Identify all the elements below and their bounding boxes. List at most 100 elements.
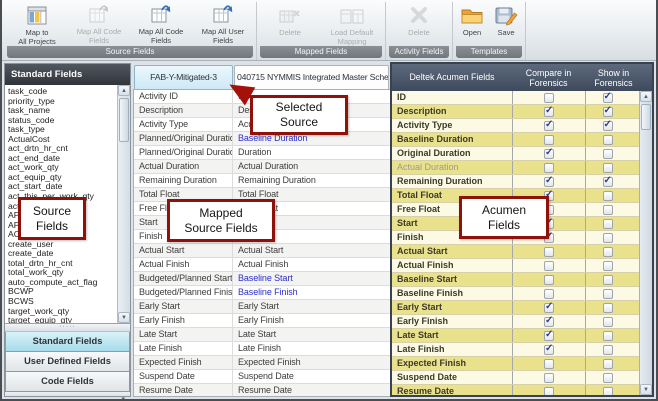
scroll-down-icon[interactable]: ▼ bbox=[118, 312, 130, 323]
compare-in-forensics-checkbox[interactable]: ✓ bbox=[544, 345, 554, 355]
compare-in-forensics-checkbox[interactable] bbox=[544, 387, 554, 396]
source-field-cell[interactable]: Budgeted/Planned Start bbox=[134, 272, 233, 285]
mapped-source-field-cell[interactable]: Early Finish bbox=[233, 314, 390, 327]
source-field-cell[interactable]: Actual Start bbox=[134, 244, 233, 257]
compare-in-forensics-checkbox[interactable]: ✓ bbox=[544, 331, 554, 341]
mapped-source-field-cell[interactable]: Early Start bbox=[233, 300, 390, 313]
compare-in-forensics-checkbox[interactable] bbox=[544, 93, 554, 103]
compare-in-forensics-checkbox[interactable] bbox=[544, 163, 554, 173]
check-icon: ✓ bbox=[604, 119, 612, 130]
show-in-forensics-checkbox[interactable] bbox=[603, 149, 613, 159]
mapped-source-field-cell[interactable]: Late Start bbox=[233, 328, 390, 341]
save-button[interactable]: Save bbox=[489, 2, 523, 46]
scrollbar-thumb[interactable] bbox=[641, 104, 651, 130]
compare-in-forensics-checkbox[interactable] bbox=[544, 289, 554, 299]
show-in-forensics-checkbox[interactable] bbox=[603, 135, 613, 145]
mapped-source-field-cell[interactable]: Resume Date bbox=[233, 384, 390, 397]
sidebar-nav-standard-fields[interactable]: Standard Fields bbox=[5, 332, 130, 352]
pane-splitter[interactable]: ····· bbox=[5, 324, 130, 332]
compare-in-forensics-checkbox[interactable] bbox=[544, 247, 554, 257]
field-list-item[interactable]: target_equip_qty bbox=[8, 316, 117, 323]
compare-in-forensics-cell bbox=[512, 91, 585, 104]
show-in-forensics-checkbox[interactable]: ✓ bbox=[603, 121, 613, 131]
source-field-cell[interactable]: Actual Duration bbox=[134, 160, 233, 173]
mapped-source-field-cell[interactable]: Baseline Start bbox=[233, 272, 390, 285]
mapped-source-field-cell[interactable]: Suspend Date bbox=[233, 370, 390, 383]
sidebar-scrollbar[interactable]: ▲ ▼ bbox=[117, 85, 130, 323]
show-in-forensics-checkbox[interactable] bbox=[603, 205, 613, 215]
source-tab-fab-y-mitigated-3[interactable]: FAB-Y-Mitigated-3 bbox=[134, 65, 233, 89]
show-in-forensics-checkbox[interactable] bbox=[603, 387, 613, 396]
show-in-forensics-checkbox[interactable] bbox=[603, 317, 613, 327]
source-field-cell[interactable]: Activity Type bbox=[134, 118, 233, 131]
scroll-up-icon[interactable]: ▲ bbox=[640, 91, 652, 102]
ribbon-toolbar: Map to All Projects Map All Code Fields f… bbox=[2, 0, 656, 61]
source-field-cell[interactable]: Resume Date bbox=[134, 384, 233, 397]
show-in-forensics-checkbox[interactable] bbox=[603, 219, 613, 229]
show-in-forensics-checkbox[interactable] bbox=[603, 233, 613, 243]
source-field-cell[interactable]: Late Finish bbox=[134, 342, 233, 355]
acumen-field-row: Actual Finish bbox=[392, 259, 639, 273]
source-field-cell[interactable]: Late Start bbox=[134, 328, 233, 341]
mapped-source-field-cell[interactable]: Late Finish bbox=[233, 342, 390, 355]
source-field-cell[interactable]: Early Finish bbox=[134, 314, 233, 327]
map-all-code-fields-for-all-projects-button[interactable]: Map All Code Fields for All Projects bbox=[130, 2, 192, 46]
mapped-source-field-cell[interactable]: Actual Duration bbox=[233, 160, 390, 173]
scroll-up-icon[interactable]: ▲ bbox=[118, 85, 130, 96]
show-in-forensics-checkbox[interactable] bbox=[603, 247, 613, 257]
mapped-source-field-cell[interactable]: Duration bbox=[233, 146, 390, 159]
compare-in-forensics-checkbox[interactable] bbox=[544, 261, 554, 271]
show-in-forensics-checkbox[interactable] bbox=[603, 303, 613, 313]
show-in-forensics-checkbox[interactable] bbox=[603, 191, 613, 201]
show-in-forensics-checkbox[interactable] bbox=[603, 289, 613, 299]
mapped-source-field-cell[interactable]: Expected Finish bbox=[233, 356, 390, 369]
mapped-source-field-cell[interactable]: Remaining Duration bbox=[233, 174, 390, 187]
source-field-cell[interactable]: Actual Finish bbox=[134, 258, 233, 271]
source-field-cell[interactable]: Remaining Duration bbox=[134, 174, 233, 187]
mapped-source-field-cell[interactable]: Actual Start bbox=[233, 244, 390, 257]
scroll-down-icon[interactable]: ▼ bbox=[640, 384, 652, 395]
source-field-cell[interactable]: Budgeted/Planned Finish bbox=[134, 286, 233, 299]
compare-in-forensics-checkbox[interactable]: ✓ bbox=[544, 121, 554, 131]
show-in-forensics-checkbox[interactable]: ✓ bbox=[603, 107, 613, 117]
source-field-cell[interactable]: Description bbox=[134, 104, 233, 117]
open-button[interactable]: Open bbox=[455, 2, 489, 46]
compare-in-forensics-checkbox[interactable]: ✓ bbox=[544, 107, 554, 117]
show-in-forensics-checkbox[interactable]: ✓ bbox=[603, 93, 613, 103]
acumen-panel-scrollbar[interactable]: ▲ ▼ bbox=[639, 91, 652, 395]
show-in-forensics-checkbox[interactable] bbox=[603, 331, 613, 341]
show-in-forensics-checkbox[interactable] bbox=[603, 373, 613, 383]
compare-in-forensics-checkbox[interactable] bbox=[544, 373, 554, 383]
show-in-forensics-checkbox[interactable] bbox=[603, 261, 613, 271]
check-icon: ✓ bbox=[604, 91, 612, 102]
acumen-field-row: Baseline Duration bbox=[392, 133, 639, 147]
compare-in-forensics-checkbox[interactable]: ✓ bbox=[544, 317, 554, 327]
compare-in-forensics-checkbox[interactable] bbox=[544, 275, 554, 285]
compare-in-forensics-checkbox[interactable]: ✓ bbox=[544, 177, 554, 187]
source-field-cell[interactable]: Planned/Original Duration bbox=[134, 132, 233, 145]
compare-in-forensics-checkbox[interactable] bbox=[544, 135, 554, 145]
source-field-cell[interactable]: Planned/Original Duration bbox=[134, 146, 233, 159]
sidebar-nav-user-defined-fields[interactable]: User Defined Fields bbox=[5, 352, 130, 372]
map-to-all-projects-button[interactable]: Map to All Projects bbox=[6, 2, 68, 46]
sidebar-nav-code-fields[interactable]: Code Fields bbox=[5, 372, 130, 392]
compare-in-forensics-checkbox[interactable] bbox=[544, 359, 554, 369]
compare-in-forensics-checkbox[interactable]: ✓ bbox=[544, 149, 554, 159]
nav-pane-options-chevron-icon[interactable]: ▾ bbox=[121, 395, 125, 401]
source-field-cell[interactable]: Activity ID bbox=[134, 90, 233, 103]
show-in-forensics-checkbox[interactable]: ✓ bbox=[603, 177, 613, 187]
source-field-cell[interactable]: Early Start bbox=[134, 300, 233, 313]
show-in-forensics-checkbox[interactable] bbox=[603, 275, 613, 285]
compare-in-forensics-checkbox[interactable]: ✓ bbox=[544, 303, 554, 313]
acumen-field-row: Early Finish✓ bbox=[392, 315, 639, 329]
map-all-user-fields-for-all-projects-button[interactable]: Map All User Fields for All Projects bbox=[192, 2, 254, 46]
mapped-source-field-cell[interactable]: Actual Finish bbox=[233, 258, 390, 271]
scrollbar-thumb[interactable] bbox=[119, 98, 129, 142]
mapped-source-field-cell[interactable]: Baseline Finish bbox=[233, 286, 390, 299]
show-in-forensics-checkbox[interactable] bbox=[603, 345, 613, 355]
show-in-forensics-checkbox[interactable] bbox=[603, 163, 613, 173]
show-in-forensics-checkbox[interactable] bbox=[603, 359, 613, 369]
source-tab-nymmis-schedule[interactable]: 040715 NYMMIS Integrated Master Schedule bbox=[234, 65, 389, 89]
source-field-cell[interactable]: Expected Finish bbox=[134, 356, 233, 369]
source-field-cell[interactable]: Suspend Date bbox=[134, 370, 233, 383]
